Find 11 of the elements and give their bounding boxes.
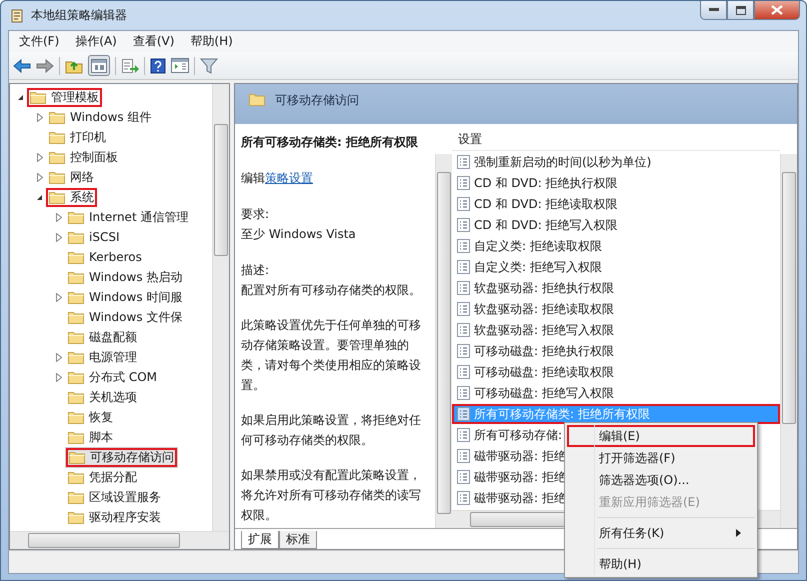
requirement-text: 至少 Windows Vista — [241, 226, 357, 243]
description-paragraph: 如果启用此策略设置，将拒绝对任何可移动存储类的权限。 — [241, 412, 422, 449]
description-label: 描述: — [241, 262, 270, 279]
description-paragraph: 此策略设置优先于任何单独的可移动存储策略设置。要管理单独的类，请对每个类使用相应的策略设置。 — [241, 317, 422, 394]
window-title: 本地组策略编辑器 — [31, 7, 127, 24]
policy-title: 所有可移动存储类: 拒绝所有权限 — [241, 134, 419, 151]
description-paragraph: 配置对所有可移动存储类的权限。 — [241, 282, 422, 299]
section-title: 可移动存储访问 — [275, 92, 359, 109]
edit-text: 编辑 — [241, 171, 265, 185]
requirement-label: 要求: — [241, 206, 270, 223]
description-paragraph: 如果禁用或没有配置此策略设置，将允许对所有可移动存储类的读写权限。 — [241, 467, 422, 524]
